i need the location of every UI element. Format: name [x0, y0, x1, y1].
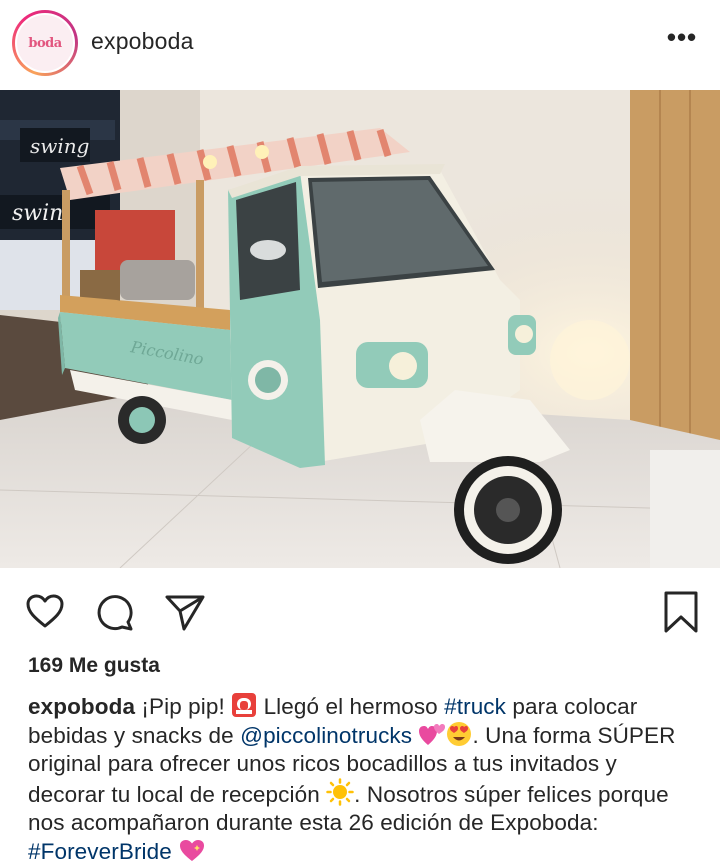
swing-sign-2: swin [12, 201, 63, 226]
mention-piccolinotrucks[interactable]: @piccolinotrucks [240, 723, 412, 748]
avatar[interactable]: boda [12, 10, 78, 76]
sun-emoji-icon [326, 778, 354, 806]
hashtag-foreverbride[interactable]: #ForeverBride [28, 839, 172, 864]
post-actions-bar [0, 568, 720, 654]
bookmark-icon[interactable] [662, 590, 700, 634]
avatar-logo: boda [28, 35, 62, 51]
likes-count[interactable]: 169 Me gusta [28, 654, 160, 678]
siren-emoji-icon [232, 693, 257, 717]
post-caption: expoboda ¡Pip pip! Llegó el hermoso #tru… [28, 692, 700, 866]
heart-icon[interactable] [25, 593, 65, 629]
heart-eyes-emoji-icon [447, 722, 472, 746]
caption-text: Llegó el hermoso [257, 694, 445, 719]
sparkling-heart-emoji-icon [180, 840, 205, 861]
caption-text: ¡Pip pip! [135, 694, 232, 719]
post-username[interactable]: expoboda [91, 28, 194, 55]
swing-sign-1: swing [30, 134, 89, 158]
more-options-icon[interactable]: ••• [664, 24, 700, 54]
two-hearts-emoji-icon [419, 724, 446, 745]
send-icon[interactable] [164, 592, 206, 632]
post-photo[interactable]: swing swin Piccolino [0, 90, 720, 568]
hashtag-truck[interactable]: #truck [444, 694, 506, 719]
caption-username[interactable]: expoboda [28, 694, 135, 719]
comment-icon[interactable] [95, 592, 135, 632]
post-header: boda expoboda ••• [0, 0, 720, 90]
food-truck-photo: swing swin Piccolino [0, 90, 720, 568]
